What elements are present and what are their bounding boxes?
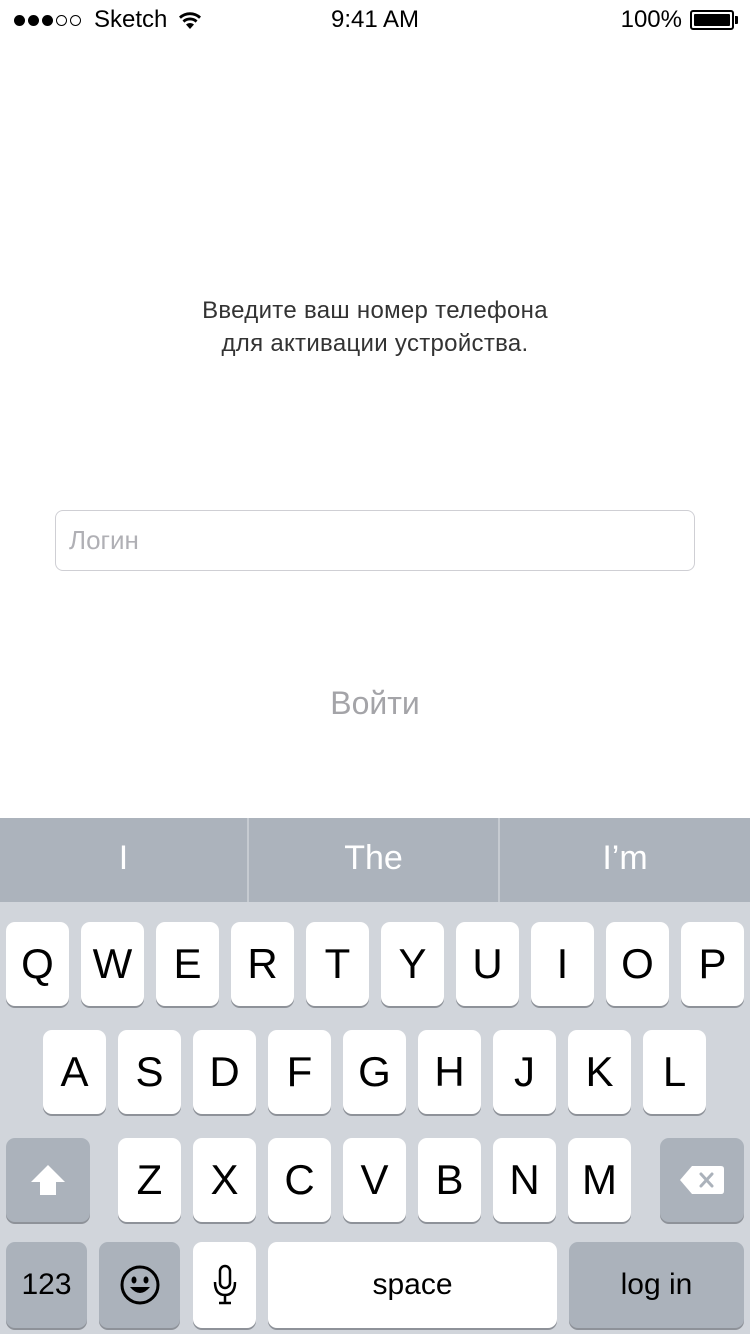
key-w[interactable]: W (81, 922, 144, 1006)
suggestion-item[interactable]: The (249, 818, 500, 902)
status-right: 100% (620, 6, 738, 33)
key-v[interactable]: V (343, 1138, 406, 1222)
battery-level (694, 14, 730, 26)
shift-key[interactable] (6, 1138, 90, 1222)
suggestion-bar: I The I’m (0, 818, 750, 902)
login-input[interactable] (55, 510, 695, 571)
key-t[interactable]: T (306, 922, 369, 1006)
key-h[interactable]: H (418, 1030, 481, 1114)
instruction-text: Введите ваш номер телефона для активации… (0, 294, 750, 360)
return-key[interactable]: log in (569, 1242, 744, 1328)
key-e[interactable]: E (156, 922, 219, 1006)
key-x[interactable]: X (193, 1138, 256, 1222)
instruction-line-1: Введите ваш номер телефона (202, 297, 548, 324)
emoji-key[interactable] (99, 1242, 180, 1328)
key-f[interactable]: F (268, 1030, 331, 1114)
key-c[interactable]: C (268, 1138, 331, 1222)
shift-icon (31, 1165, 65, 1195)
key-q[interactable]: Q (6, 922, 69, 1006)
key-k[interactable]: K (568, 1030, 631, 1114)
battery-percentage: 100% (620, 6, 682, 33)
key-r[interactable]: R (231, 922, 294, 1006)
suggestion-item[interactable]: I’m (500, 818, 750, 902)
key-d[interactable]: D (193, 1030, 256, 1114)
keyboard: I The I’m Q W E R T Y U I O P A S D F G … (0, 818, 750, 1334)
delete-icon (680, 1166, 724, 1194)
key-i[interactable]: I (531, 922, 594, 1006)
dictation-key[interactable] (193, 1242, 256, 1328)
key-p[interactable]: P (681, 922, 744, 1006)
key-n[interactable]: N (493, 1138, 556, 1222)
key-u[interactable]: U (456, 922, 519, 1006)
key-j[interactable]: J (493, 1030, 556, 1114)
key-z[interactable]: Z (118, 1138, 181, 1222)
space-key[interactable]: space (268, 1242, 557, 1328)
key-b[interactable]: B (418, 1138, 481, 1222)
key-s[interactable]: S (118, 1030, 181, 1114)
delete-key[interactable] (660, 1138, 744, 1222)
suggestion-item[interactable]: I (0, 818, 249, 902)
login-screen: Sketch 9:41 AM 100% Введите ваш номер те… (0, 0, 750, 1334)
key-o[interactable]: O (606, 922, 669, 1006)
microphone-icon (213, 1264, 236, 1305)
numbers-key[interactable]: 123 (6, 1242, 87, 1328)
battery-icon (690, 10, 734, 30)
key-l[interactable]: L (643, 1030, 706, 1114)
login-submit-button[interactable]: Войти (275, 678, 475, 728)
key-g[interactable]: G (343, 1030, 406, 1114)
key-y[interactable]: Y (381, 922, 444, 1006)
key-m[interactable]: M (568, 1138, 631, 1222)
key-a[interactable]: A (43, 1030, 106, 1114)
instruction-line-2: для активации устройства. (221, 330, 529, 357)
status-bar: Sketch 9:41 AM 100% (0, 0, 750, 40)
battery-tip (735, 16, 738, 24)
emoji-icon (120, 1265, 159, 1305)
